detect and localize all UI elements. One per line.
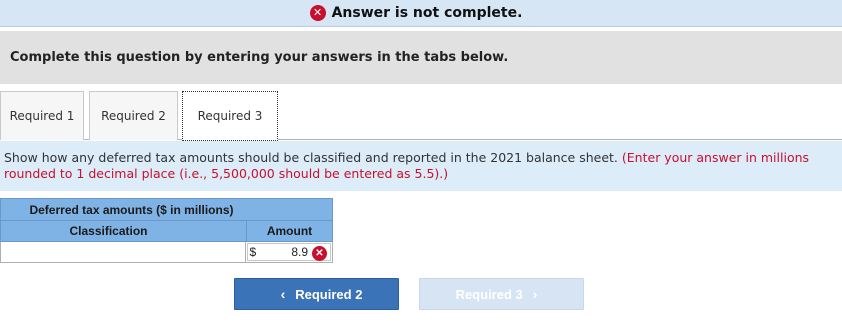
amount-value: 8.9 <box>291 245 308 259</box>
column-header-amount: Amount <box>266 224 313 238</box>
x-circle-icon: ✕ <box>312 246 327 261</box>
tab-required-2[interactable]: Required 2 <box>89 91 178 140</box>
question-text: Show how any deferred tax amounts should… <box>4 150 618 165</box>
next-button[interactable]: Required 3 › <box>419 278 584 310</box>
deferred-tax-table: Deferred tax amounts ($ in millions) Cla… <box>0 198 333 263</box>
tab-bar: Required 1 Required 2 Required 3 <box>0 91 842 141</box>
next-button-label: Required 3 <box>455 286 523 302</box>
table-title: Deferred tax amounts ($ in millions) <box>0 198 333 221</box>
previous-button[interactable]: ‹ Required 2 <box>234 278 399 310</box>
currency-symbol: $ <box>249 245 257 259</box>
amount-input[interactable]: $ 8.9 ✕ <box>246 243 331 261</box>
column-header-classification: Classification <box>1 221 247 241</box>
x-circle-icon: ✕ <box>309 5 326 21</box>
classification-input[interactable] <box>1 242 246 262</box>
previous-button-label: Required 2 <box>295 286 363 302</box>
tab-required-3[interactable]: Required 3 <box>182 91 278 141</box>
result-text: Answer is not complete. <box>331 5 523 21</box>
chevron-left-icon: ‹ <box>280 286 286 302</box>
instruction-text: Complete this question by entering your … <box>10 50 509 65</box>
tab-required-1[interactable]: Required 1 <box>0 91 84 140</box>
table-row: $ 8.9 ✕ <box>0 242 333 263</box>
instruction-bar: Complete this question by entering your … <box>0 31 842 84</box>
question-box: Show how any deferred tax amounts should… <box>0 141 842 191</box>
result-banner: ✕ Answer is not complete. <box>0 0 842 27</box>
chevron-right-icon: › <box>532 286 538 302</box>
table-header-row: Classification Amount <box>0 221 333 242</box>
